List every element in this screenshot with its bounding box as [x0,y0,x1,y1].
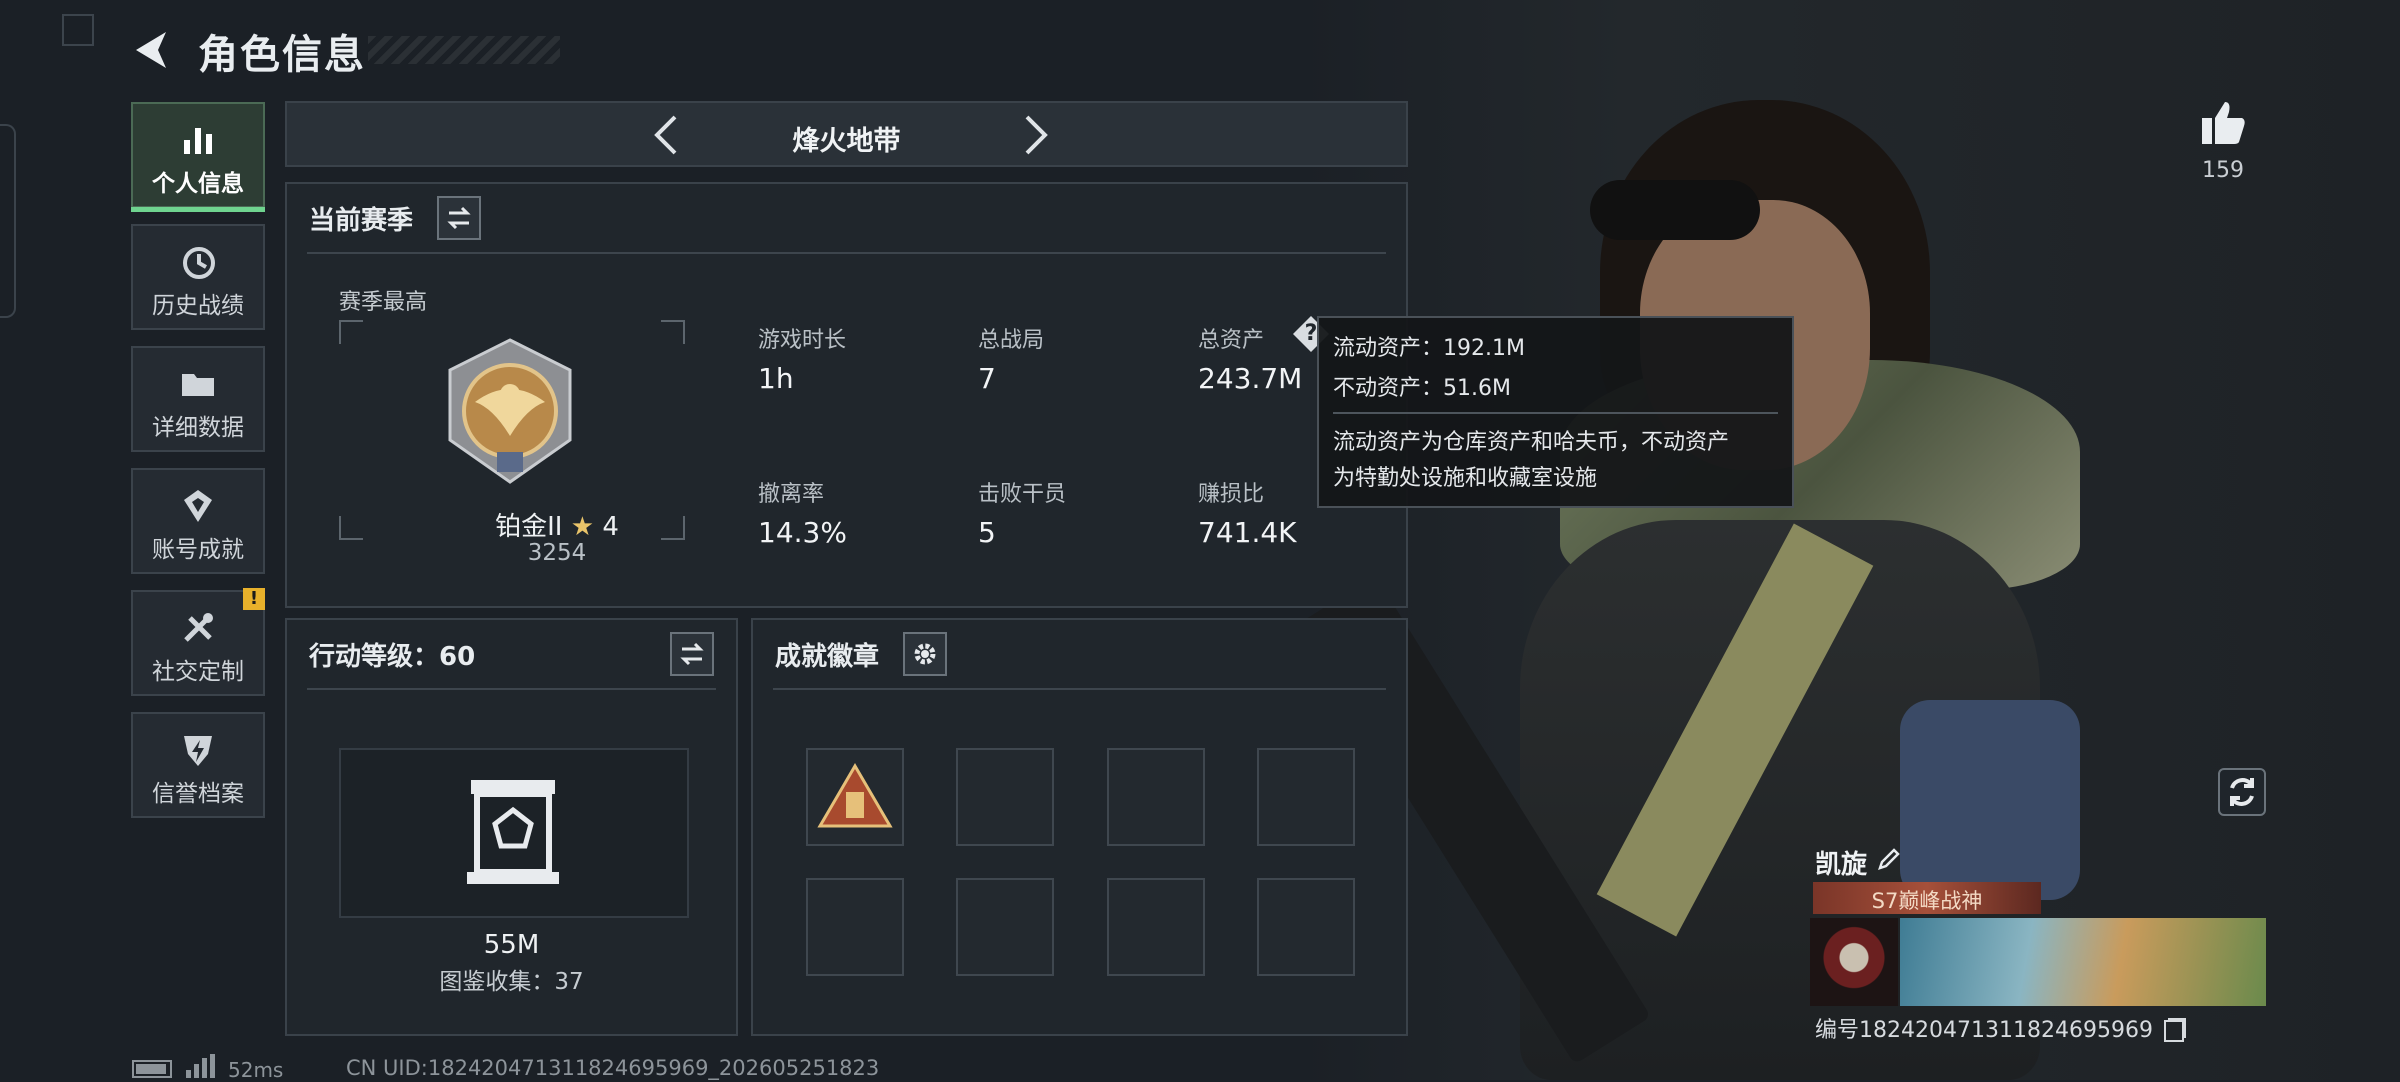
player-name: 凯旋 [1815,850,1868,880]
triangle-badge-icon [817,763,893,828]
next-mode-arrow-icon[interactable] [1013,113,1057,157]
stat-value: 1h [758,362,794,395]
stat-label: 击败干员 [978,482,1067,507]
rank-stars: 4 [602,512,619,542]
assets-tooltip: 流动资产：192.1M 不动资产：51.6M 流动资产为仓库资产和哈夫币，不动资… [1317,316,1794,508]
player-id-text: 编号1824204713118246959​69 [1815,1018,2153,1043]
stat-value: 243.7M [1198,362,1303,395]
divider [1333,412,1778,414]
tooltip-desc-1: 流动资产为仓库资产和哈夫币，不动资产 [1333,430,1730,455]
bar-chart-icon [184,128,212,154]
sidebar-item-label: 详细数据 [152,415,244,441]
side-pull-tab[interactable] [0,124,16,318]
stat-value: 14.3% [758,516,847,549]
player-id: 编号1824204713118246959​69 [1815,1012,2184,1044]
copy-icon[interactable] [2163,1020,2184,1042]
sidebar-item-label: 账号成就 [152,537,244,563]
badge-slot-5[interactable] [806,878,904,976]
battery-icon [132,1060,172,1078]
credit-shield-icon [184,736,212,766]
badge-slot-4[interactable] [1257,748,1355,846]
name-card-banner[interactable] [1900,918,2266,1006]
swap-icon [680,642,704,666]
history-clock-icon [183,247,215,279]
sidebar-item-label: 历史战绩 [152,293,244,319]
action-level-switch-button[interactable] [670,632,714,676]
sidebar-item-history[interactable]: 历史战绩 [131,224,265,330]
season-panel: 当前赛季 赛季最高 铂金II ★ 4 3254 游戏时长 1h 总战局 7 总资… [285,182,1408,608]
divider [307,252,1386,254]
badge-slot-8[interactable] [1257,878,1355,976]
stat-label: 总资产 [1198,328,1265,353]
divider [307,688,716,690]
badge-slot-3[interactable] [1107,748,1205,846]
badges-panel: 成就徽章 [751,618,1408,1036]
ping-value: 52ms [228,1058,284,1082]
avatar-card[interactable] [1810,918,1898,1006]
like-count: 159 [2202,158,2244,183]
season-title: 当前赛季 [309,206,414,236]
sidebar-item-details[interactable]: 详细数据 [131,346,265,452]
action-level-panel: 行动等级：60 55M 图鉴收集：37 [285,618,738,1036]
tools-icon [184,613,213,642]
action-level-value: 55M [483,930,540,960]
refresh-icon [2230,778,2254,806]
stat-label: 赚损比 [1198,482,1265,507]
folder-icon [182,374,214,396]
badges-settings-button[interactable] [903,632,947,676]
star-icon: ★ [570,512,595,542]
gear-icon [914,643,936,665]
thumbs-up-icon[interactable] [2198,98,2248,148]
collection-count: 图鉴收集：37 [439,969,584,995]
signal-icon [186,1054,215,1078]
refresh-button[interactable] [2218,768,2266,816]
stat-label: 撤离率 [758,482,825,507]
badges-title: 成就徽章 [775,642,880,672]
swap-icon [447,206,471,230]
stat-label: 总战局 [978,328,1045,353]
platinum-rank-emblem-icon [448,338,572,484]
back-arrow-icon[interactable] [128,26,176,74]
warning-badge: ! [243,588,265,610]
stat-value: 5 [978,516,996,549]
mode-selector: 烽火地带 [285,101,1408,167]
sidebar-item-label: 信誉档案 [152,781,244,807]
badge-slot-2[interactable] [956,748,1054,846]
sidebar-item-achievements[interactable]: 账号成就 [131,468,265,574]
achievement-icon [184,490,212,522]
sidebar-item-credit[interactable]: 信誉档案 [131,712,265,818]
tooltip-fixed: 不动资产：51.6M [1333,376,1511,401]
sidebar-item-social[interactable]: ! 社交定制 [131,588,265,696]
stat-value: 741.4K [1198,516,1297,549]
character-sleeve [1900,700,2080,900]
sidebar-item-label: 个人信息 [152,171,244,197]
stat-label: 游戏时长 [758,328,847,353]
rank-score: 3254 [527,540,587,566]
client-uid: CN UID:18242047131182469596​9_2026052518… [346,1056,880,1080]
tooltip-desc-2: 为特勤处设施和收藏室设施 [1333,466,1598,491]
title-decoration [368,36,560,64]
tooltip-liquid: 流动资产：192.1M [1333,336,1525,361]
badge-slot-6[interactable] [956,878,1054,976]
honor-title: S7巅峰战神 [1871,889,1983,913]
honor-title-banner[interactable]: S7巅峰战神 [1813,882,2041,914]
season-switch-button[interactable] [437,196,481,240]
character-goggles [1590,180,1760,240]
edit-pencil-icon[interactable] [1876,846,1902,872]
mode-title: 烽火地带 [792,126,901,157]
rank-name: 铂金II [495,512,563,542]
season-best-label: 赛季最高 [339,290,428,315]
collection-case-icon[interactable] [467,776,559,886]
corner-checkbox[interactable] [62,14,94,46]
badge-slot-1[interactable] [806,748,904,846]
rank-name-row: 铂金II ★ 4 [447,506,667,543]
divider [773,688,1386,690]
stat-value: 7 [978,362,996,395]
page-title: 角色信息 [198,32,366,78]
sidebar-item-label: 社交定制 [152,659,244,685]
sidebar-item-profile[interactable]: 个人信息 [131,102,265,212]
action-level-title: 行动等级：60 [309,642,476,672]
badge-slot-7[interactable] [1107,878,1205,976]
